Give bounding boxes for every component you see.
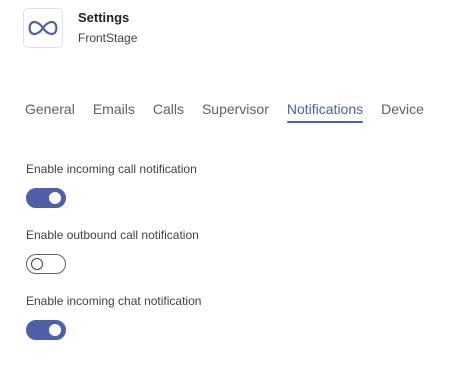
tab-general[interactable]: General (25, 100, 75, 122)
page-subtitle: FrontStage (78, 31, 138, 45)
tab-emails[interactable]: Emails (93, 100, 135, 122)
tab-supervisor[interactable]: Supervisor (202, 100, 269, 122)
outbound-call-toggle[interactable] (26, 254, 66, 274)
infinity-logo-icon (28, 20, 58, 36)
tab-device[interactable]: Device (381, 100, 424, 122)
tab-notifications[interactable]: Notifications (286, 100, 364, 123)
setting-incoming-call: Enable incoming call notification (26, 161, 197, 208)
setting-outbound-call: Enable outbound call notification (26, 227, 199, 274)
incoming-call-toggle[interactable] (26, 188, 66, 208)
settings-tabs: General Emails Calls Supervisor Notifica… (25, 100, 442, 123)
setting-label: Enable incoming call notification (26, 162, 197, 176)
setting-incoming-chat: Enable incoming chat notification (26, 293, 201, 340)
app-logo (23, 8, 63, 48)
header-text: Settings FrontStage (78, 9, 137, 46)
setting-label: Enable outbound call notification (26, 228, 199, 242)
toggle-knob (31, 258, 43, 270)
app-header: Settings FrontStage (23, 8, 137, 48)
toggle-knob (49, 192, 61, 204)
incoming-chat-toggle[interactable] (26, 320, 66, 340)
page-title: Settings (78, 10, 130, 25)
tab-calls[interactable]: Calls (153, 100, 184, 122)
setting-label: Enable incoming chat notification (26, 294, 202, 308)
settings-app: Settings FrontStage General Emails Calls… (0, 0, 474, 391)
toggle-knob (49, 324, 61, 336)
